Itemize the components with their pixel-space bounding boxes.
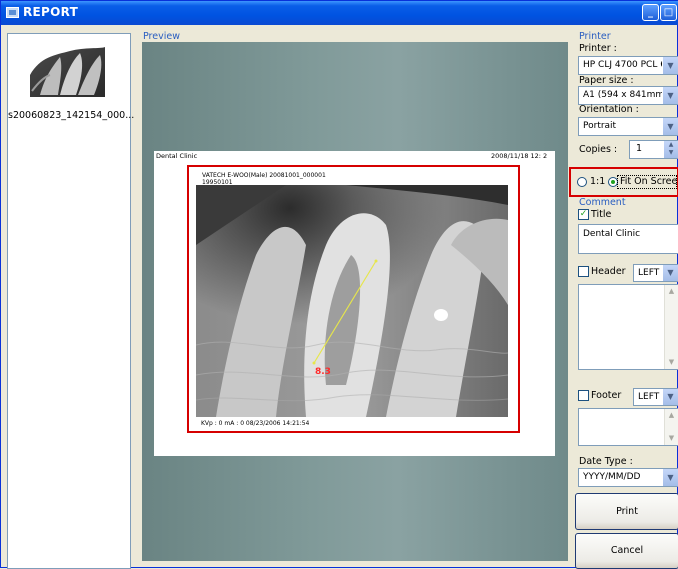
focus-rectangle — [617, 175, 677, 189]
measurement-label: 8.3 — [315, 367, 331, 377]
chevron-down-icon[interactable]: ▼ — [662, 118, 678, 135]
footer-align-value: LEFT — [638, 392, 660, 402]
printer-label: Printer : — [579, 43, 617, 54]
orientation-label: Orientation : — [579, 104, 639, 115]
comment-group-label: Comment — [579, 197, 626, 208]
copies-label: Copies : — [579, 144, 618, 155]
date-type-select[interactable]: YYYY/MM/DD ▼ — [578, 468, 678, 487]
dental-xray-image — [196, 185, 508, 417]
image-exposure-info: KVp : 0 mA : 0 08/23/2006 14:21:54 — [201, 420, 310, 427]
paper-size-label: Paper size : — [579, 75, 634, 86]
scale-1to1-label[interactable]: 1:1 — [590, 176, 605, 187]
print-button[interactable]: Print — [575, 493, 678, 530]
scroll-up-icon[interactable]: ▲ — [666, 286, 677, 297]
header-align-value: LEFT — [638, 268, 660, 278]
report-window: REPORT _ □ ✕ s20060823_142154_000... Pre… — [0, 0, 678, 569]
page-header-datetime: 2008/11/18 12: 2 — [491, 152, 548, 160]
title-bar[interactable]: REPORT _ □ ✕ — [1, 1, 678, 25]
paper-size-select[interactable]: A1 (594 x 841mm) ▼ — [578, 86, 678, 105]
copies-stepper[interactable]: 1 ▲ ▼ — [629, 140, 678, 159]
title-checkbox[interactable]: ✓ — [578, 209, 589, 220]
printer-group-label: Printer — [579, 31, 611, 42]
window-title: REPORT — [23, 5, 79, 19]
copies-value: 1 — [636, 143, 643, 154]
thumbnail-list[interactable]: s20060823_142154_000... — [7, 33, 135, 569]
app-icon — [6, 7, 19, 18]
scale-1to1-radio[interactable] — [577, 177, 587, 187]
footer-checkbox[interactable] — [578, 390, 589, 401]
footer-text-area[interactable]: ▲ ▼ — [578, 408, 678, 446]
paper-size-value: A1 (594 x 841mm) — [583, 90, 668, 100]
image-patient-info: VATECH E-WOO(Male) 20081001_000001 — [202, 172, 326, 179]
header-scrollbar[interactable]: ▲ ▼ — [664, 285, 678, 369]
xray-thumbnail-image[interactable] — [30, 47, 105, 97]
footer-scrollbar[interactable]: ▲ ▼ — [664, 409, 678, 445]
title-input-value: Dental Clinic — [583, 229, 641, 239]
minimize-button[interactable]: _ — [642, 4, 659, 21]
spin-arrows-icon[interactable]: ▲ ▼ — [664, 141, 678, 158]
orientation-value: Portrait — [583, 121, 617, 131]
maximize-button[interactable]: □ — [660, 4, 677, 21]
printer-select[interactable]: HP CLJ 4700 PCL 6 ▼ — [578, 56, 678, 75]
page-header-title: Dental Clinic — [156, 152, 198, 160]
orientation-select[interactable]: Portrait ▼ — [578, 117, 678, 136]
date-type-value: YYYY/MM/DD — [583, 472, 641, 482]
footer-checkbox-label[interactable]: Footer — [591, 390, 621, 401]
date-type-label: Date Type : — [579, 456, 633, 467]
scroll-down-icon[interactable]: ▼ — [666, 357, 677, 368]
header-checkbox-label[interactable]: Header — [591, 266, 626, 277]
scroll-down-icon[interactable]: ▼ — [666, 433, 677, 444]
footer-align-select[interactable]: LEFT ▼ — [633, 388, 678, 406]
cancel-button[interactable]: Cancel — [575, 533, 678, 569]
header-align-select[interactable]: LEFT ▼ — [633, 264, 678, 282]
printer-select-value: HP CLJ 4700 PCL 6 — [583, 60, 666, 70]
chevron-down-icon[interactable]: ▼ — [662, 57, 678, 74]
header-text-area[interactable]: ▲ ▼ — [578, 284, 678, 370]
chevron-down-icon[interactable]: ▼ — [662, 469, 678, 486]
chevron-down-icon[interactable]: ▼ — [662, 87, 678, 104]
title-checkbox-label[interactable]: Title — [591, 209, 611, 220]
chevron-down-icon[interactable]: ▼ — [662, 265, 678, 281]
chevron-down-icon[interactable]: ▼ — [662, 389, 678, 405]
scroll-up-icon[interactable]: ▲ — [666, 410, 677, 421]
thumbnail-label: s20060823_142154_000... — [8, 110, 135, 121]
title-input[interactable]: Dental Clinic — [578, 224, 678, 254]
preview-group-label: Preview — [143, 31, 180, 42]
header-checkbox[interactable] — [578, 266, 589, 277]
